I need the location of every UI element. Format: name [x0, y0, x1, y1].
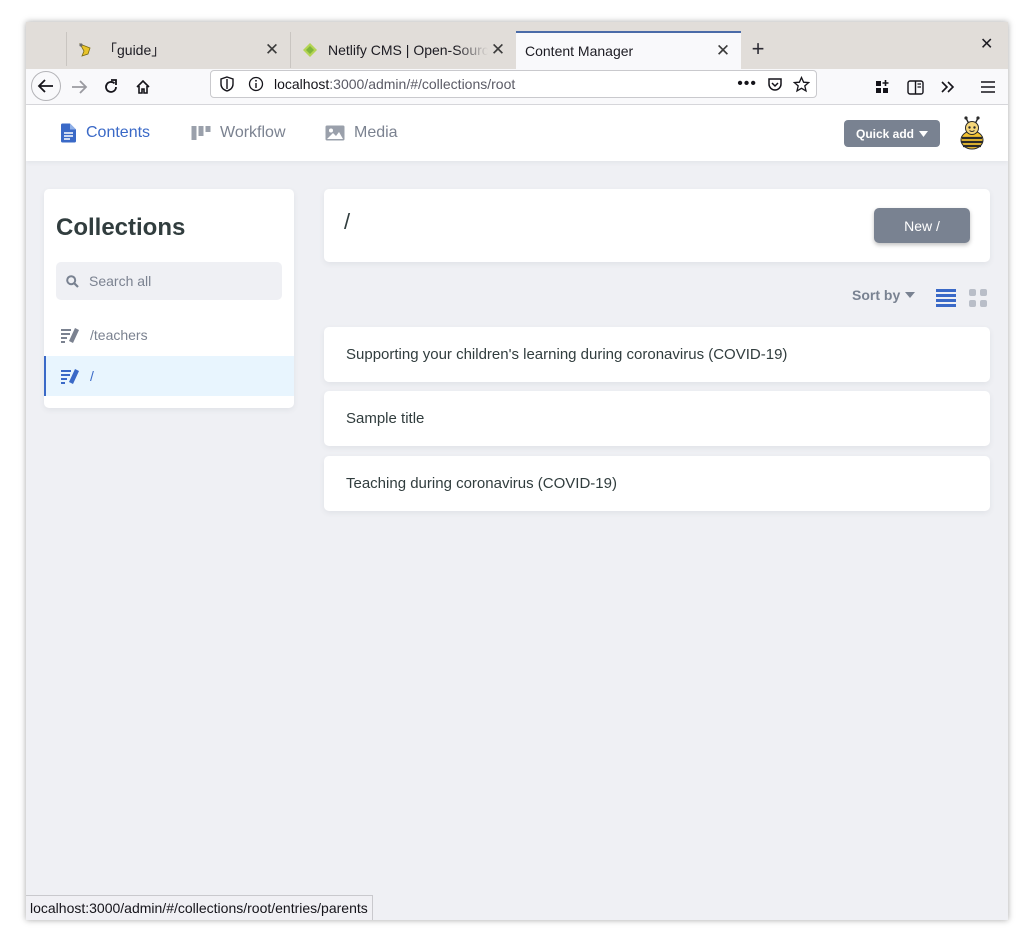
entry-card[interactable]: Sample title — [324, 391, 990, 446]
workflow-icon — [191, 125, 211, 141]
browser-tab-content-manager[interactable]: Content Manager ✕ — [516, 31, 741, 69]
tab-title: 「guide」 — [103, 42, 166, 58]
quick-add-label: Quick add — [855, 126, 914, 141]
page-actions-icon[interactable]: ••• — [737, 75, 757, 93]
sort-by-label: Sort by — [852, 287, 901, 303]
nav-contents[interactable]: Contents — [60, 105, 150, 161]
search-input[interactable]: Search all — [56, 262, 282, 300]
back-icon[interactable] — [31, 71, 61, 101]
cms-header: Contents Workflow Media Quick add — [26, 105, 1008, 161]
media-icon — [325, 125, 345, 141]
search-placeholder: Search all — [89, 273, 152, 289]
overflow-chevron-icon[interactable] — [933, 72, 963, 102]
window-close-icon[interactable]: ✕ — [980, 34, 993, 54]
search-icon — [66, 274, 79, 288]
caret-down-icon — [905, 292, 916, 298]
tab-strip: 「guide」 ✕ Netlify CMS | Open-Source ✕ Co… — [26, 22, 1008, 69]
nav-workflow[interactable]: Workflow — [191, 105, 286, 161]
collection-header: / New / — [324, 189, 990, 262]
url-bar[interactable]: localhost:3000/admin/#/collections/root … — [210, 70, 817, 98]
close-tab-icon[interactable]: ✕ — [713, 41, 733, 61]
url-path: :3000/admin/#/collections/root — [329, 76, 516, 92]
nav-workflow-label: Workflow — [220, 124, 286, 141]
browser-tab-netlify[interactable]: Netlify CMS | Open-Source ✕ — [292, 32, 516, 68]
guide-favicon-icon — [77, 42, 93, 58]
home-icon[interactable] — [128, 72, 158, 102]
collection-title: / — [344, 209, 351, 234]
tracking-shield-icon[interactable] — [220, 76, 234, 92]
list-view-icon[interactable] — [936, 288, 956, 308]
url-text: localhost:3000/admin/#/collections/root — [274, 76, 515, 92]
avatar[interactable] — [956, 116, 988, 150]
sort-by-dropdown[interactable]: Sort by — [852, 287, 916, 303]
sidebar-item-label: /teachers — [90, 327, 148, 343]
entry-card[interactable]: Supporting your children's learning duri… — [324, 327, 990, 382]
extensions-icon[interactable] — [868, 72, 898, 102]
sidebar-title: Collections — [56, 214, 186, 241]
new-entry-button[interactable]: New / — [874, 208, 970, 243]
quick-add-button[interactable]: Quick add — [844, 120, 940, 147]
nav-media[interactable]: Media — [325, 105, 398, 161]
site-info-icon[interactable] — [248, 76, 264, 92]
entry-card[interactable]: Teaching during coronavirus (COVID-19) — [324, 456, 990, 511]
new-tab-icon[interactable]: + — [746, 36, 770, 62]
reload-icon[interactable] — [96, 72, 126, 102]
close-tab-icon[interactable]: ✕ — [488, 40, 508, 60]
collections-sidebar: Collections Search all /teachers / — [44, 189, 294, 408]
nav-contents-label: Contents — [86, 124, 151, 141]
write-icon — [60, 327, 80, 344]
sidebar-toggle-icon[interactable] — [900, 72, 930, 102]
write-icon — [60, 368, 80, 385]
browser-toolbar: localhost:3000/admin/#/collections/root … — [26, 69, 1008, 105]
tab-spacer — [26, 32, 67, 66]
status-bar-url: localhost:3000/admin/#/collections/root/… — [26, 895, 373, 920]
caret-down-icon — [919, 130, 928, 137]
hamburger-menu-icon[interactable] — [973, 72, 1003, 102]
sidebar-item-teachers[interactable]: /teachers — [44, 315, 294, 355]
url-host: localhost — [274, 76, 330, 92]
document-icon — [60, 123, 77, 143]
tab-title: Netlify CMS | Open-Source — [328, 42, 488, 58]
forward-icon[interactable] — [64, 72, 94, 102]
sidebar-item-label: / — [90, 368, 94, 384]
browser-tab-guide[interactable]: 「guide」 ✕ — [67, 32, 291, 68]
tab-title: Content Manager — [525, 43, 634, 59]
bookmark-star-icon[interactable] — [793, 75, 810, 93]
close-tab-icon[interactable]: ✕ — [262, 40, 282, 60]
browser-window: 「guide」 ✕ Netlify CMS | Open-Source ✕ Co… — [26, 22, 1008, 920]
grid-view-icon[interactable] — [968, 288, 988, 308]
pocket-icon[interactable] — [767, 76, 783, 92]
nav-media-label: Media — [354, 124, 398, 141]
netlify-icon — [302, 42, 318, 58]
sidebar-item-root[interactable]: / — [44, 356, 294, 396]
